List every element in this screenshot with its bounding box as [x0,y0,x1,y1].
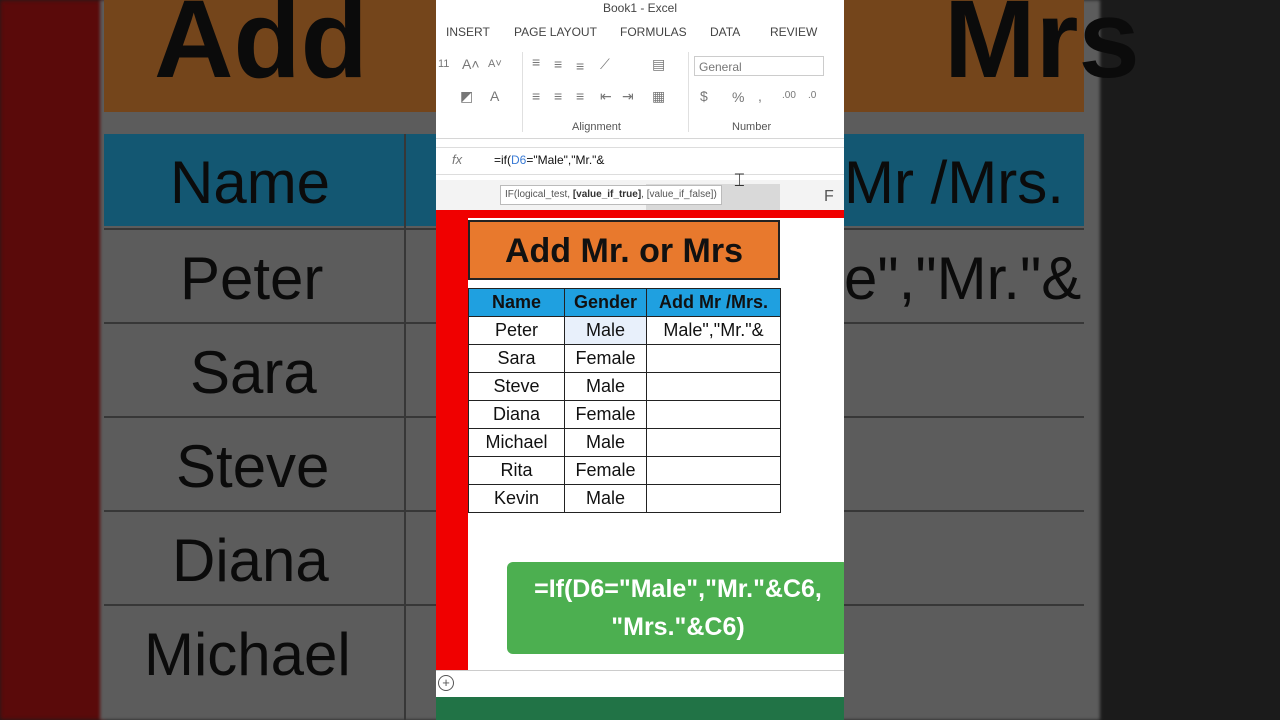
align-top-icon[interactable]: ≡ [532,54,540,70]
ribbon: 11 A˄ A˅ ◩ A ≡ ≡ ≡ ⟋ ≡ ≡ ≡ ⇤ ⇥ ▤ ▦ Align… [436,44,844,139]
column-header-f[interactable]: F [824,188,834,206]
cell-name[interactable]: Michael [468,428,565,457]
tab-page-layout[interactable]: PAGE LAYOUT [514,25,597,39]
add-sheet-icon[interactable]: + [438,675,454,691]
callout-line-1: =If(D6="Male","Mr."&C6, [534,575,822,603]
tab-data[interactable]: DATA [710,25,740,39]
ribbon-tabs: INSERT PAGE LAYOUT FORMULAS DATA REVIEW [436,22,844,44]
tooltip-current-arg: [value_if_true] [572,189,642,200]
align-right-icon[interactable]: ≡ [576,88,584,104]
tab-review[interactable]: REVIEW [770,25,817,39]
formula-callout: =If(D6="Male","Mr."&C6, "Mrs."&C6) [507,562,844,654]
number-format-select[interactable]: General [694,56,824,76]
formula-input[interactable]: =if(D6="Male","Mr."& [494,153,604,167]
font-color-icon[interactable]: A [490,88,499,104]
align-left-icon[interactable]: ≡ [532,88,540,104]
cell-gender[interactable]: Male [564,484,647,513]
currency-icon[interactable]: $ [700,88,708,104]
function-tooltip: IF(logical_test, [value_if_true], [value… [500,185,722,205]
header-name[interactable]: Name [468,288,565,317]
data-table: Name Gender Add Mr /Mrs. Peter Male Male… [468,288,781,513]
cell-name[interactable]: Diana [468,400,565,429]
decrease-indent-icon[interactable]: ⇤ [600,88,612,105]
formula-rest: ="Male","Mr."& [526,153,605,167]
table-row: Rita Female [468,456,781,485]
increase-indent-icon[interactable]: ⇥ [622,88,634,105]
separator [522,52,523,132]
cell-name[interactable]: Peter [468,316,565,345]
table-row: Steve Male [468,372,781,401]
alignment-group-label: Alignment [572,121,621,133]
window-title: Book1 - Excel [602,1,678,15]
header-gender[interactable]: Gender [564,288,647,317]
align-center-icon[interactable]: ≡ [554,88,562,104]
excel-window: Book1 - Excel INSERT PAGE LAYOUT FORMULA… [436,0,844,720]
tab-insert[interactable]: INSERT [446,25,490,39]
table-row: Peter Male Male","Mr."& [468,316,781,345]
red-accent-left [436,210,468,670]
tab-formulas[interactable]: FORMULAS [620,25,687,39]
table-row: Kevin Male [468,484,781,513]
table-row: Diana Female [468,400,781,429]
formula-reference: D6 [511,153,527,167]
comma-icon[interactable]: , [758,88,762,104]
callout-line-2: "Mrs."&C6) [611,613,745,641]
cell-gender-referenced[interactable]: Male [564,316,647,345]
cell-editing[interactable]: Male","Mr."& [646,316,781,345]
cell-gender[interactable]: Male [564,428,647,457]
formula-prefix: =if( [494,153,512,167]
fill-color-icon[interactable]: ◩ [460,88,473,105]
cell-title[interactable] [646,344,781,373]
worksheet[interactable]: Add Mr. or Mrs Name Gender Add Mr /Mrs. … [468,218,844,670]
cell-name[interactable]: Steve [468,372,565,401]
text-cursor-icon: ⌶ [734,170,745,190]
cell-title[interactable] [646,456,781,485]
header-title[interactable]: Add Mr /Mrs. [646,288,781,317]
fx-icon[interactable]: fx [452,152,462,167]
orientation-icon[interactable]: ⟋ [600,56,610,73]
status-bar [436,697,844,720]
font-size-select[interactable]: 11 [438,58,449,70]
table-row: Sara Female [468,344,781,373]
align-middle-icon[interactable]: ≡ [554,56,562,72]
sheet-title[interactable]: Add Mr. or Mrs [468,220,780,280]
wrap-text-icon[interactable]: ▤ [652,56,665,73]
formula-bar[interactable]: fx =if(D6="Male","Mr."& [436,147,844,175]
cell-gender[interactable]: Male [564,372,647,401]
cell-title[interactable] [646,428,781,457]
table-header-row: Name Gender Add Mr /Mrs. [468,288,781,317]
align-bottom-icon[interactable]: ≡ [576,58,584,74]
cell-title[interactable] [646,484,781,513]
cell-name[interactable]: Rita [468,456,565,485]
tooltip-start: IF(logical_test, [505,189,573,200]
cell-gender[interactable]: Female [564,400,647,429]
cell-name[interactable]: Kevin [468,484,565,513]
sheet-tab-bar: + [436,670,844,698]
cell-gender[interactable]: Female [564,344,647,373]
tooltip-end: , [value_if_false]) [641,189,717,200]
cell-title[interactable] [646,400,781,429]
table-row: Michael Male [468,428,781,457]
cell-gender[interactable]: Female [564,456,647,485]
decrease-decimal-icon[interactable]: .0 [808,90,816,101]
merge-center-icon[interactable]: ▦ [652,88,665,105]
grow-font-icon[interactable]: A˄ [462,56,480,72]
separator [688,52,689,132]
increase-decimal-icon[interactable]: .00 [782,90,796,101]
cell-name[interactable]: Sara [468,344,565,373]
cell-title[interactable] [646,372,781,401]
number-group-label: Number [732,121,772,133]
red-accent-bar [436,210,844,218]
shrink-font-icon[interactable]: A˅ [488,58,502,70]
percent-icon[interactable]: % [732,89,744,105]
